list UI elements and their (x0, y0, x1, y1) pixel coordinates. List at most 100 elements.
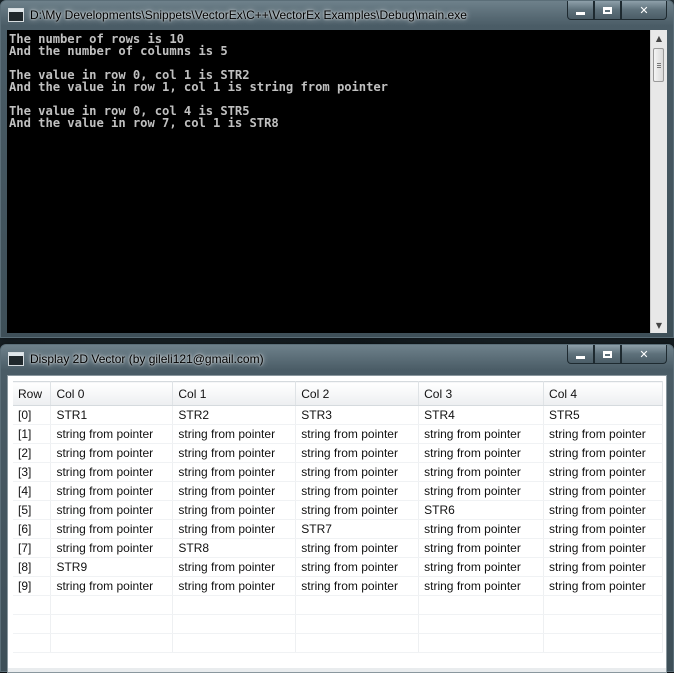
table-row[interactable]: [4] string from pointer string from pointe… (13, 481, 663, 501)
row-index-cell[interactable]: [7] (13, 538, 52, 558)
console-output-area[interactable]: The number of rows is 10 And the number o… (7, 30, 667, 333)
table-cell[interactable]: string from pointer (543, 500, 663, 520)
table-cell[interactable]: string from pointer (543, 519, 663, 539)
table-cell[interactable]: string from pointer (295, 538, 420, 558)
table-cell[interactable]: string from pointer (295, 462, 420, 482)
console-vertical-scrollbar[interactable]: ▲ ▼ (650, 30, 667, 333)
grid-minimize-button[interactable] (567, 345, 594, 364)
table-row[interactable]: [1] string from pointer string from pointe… (13, 424, 663, 444)
table-cell[interactable]: STR4 (418, 405, 545, 425)
row-index-cell[interactable]: [2] (13, 443, 52, 463)
table-cell[interactable]: string from pointer (172, 481, 297, 501)
table-cell[interactable]: string from pointer (418, 424, 545, 444)
table-cell[interactable]: STR6 (418, 500, 545, 520)
table-row[interactable]: [0] STR1 STR2 STR3 STR4 STR5 (13, 405, 663, 425)
row-index-cell[interactable]: [3] (13, 462, 52, 482)
table-cell[interactable]: STR3 (295, 405, 420, 425)
row-index-cell[interactable]: [4] (13, 481, 52, 501)
table-cell[interactable]: string from pointer (172, 443, 297, 463)
table-cell[interactable]: string from pointer (50, 538, 174, 558)
column-header[interactable]: Col 2 (295, 381, 420, 406)
row-index-cell[interactable]: [9] (13, 576, 52, 596)
empty-cell (295, 633, 420, 653)
table-cell[interactable]: STR2 (172, 405, 297, 425)
row-index-cell[interactable]: [1] (13, 424, 52, 444)
grid-app-icon[interactable] (8, 352, 24, 366)
grid-maximize-button[interactable] (594, 345, 621, 364)
table-cell[interactable]: string from pointer (50, 462, 174, 482)
table-cell[interactable]: string from pointer (418, 443, 545, 463)
table-cell[interactable]: string from pointer (543, 481, 663, 501)
table-row[interactable]: [7] string from pointer STR8 string from po… (13, 538, 663, 558)
column-header[interactable]: Col 4 (543, 381, 663, 406)
table-cell[interactable]: string from pointer (543, 462, 663, 482)
vector-grid-view[interactable]: Row Col 0 Col 1 Col 2 Col 3 Col 4 [0] STR1 STR2… (7, 375, 667, 673)
table-cell[interactable]: string from pointer (418, 462, 545, 482)
table-cell[interactable]: STR8 (172, 538, 297, 558)
table-cell[interactable]: string from pointer (295, 557, 420, 577)
table-cell[interactable]: string from pointer (418, 519, 545, 539)
table-cell[interactable]: string from pointer (418, 481, 545, 501)
table-cell[interactable]: string from pointer (295, 576, 420, 596)
console-window: D:\My Developments\Snippets\VectorEx\C++… (0, 0, 674, 338)
table-cell[interactable]: STR9 (50, 557, 174, 577)
console-close-button[interactable]: ✕ (621, 1, 667, 20)
row-index-cell[interactable]: [8] (13, 557, 52, 577)
table-row[interactable]: [9] string from pointer string from pointe… (13, 576, 663, 596)
table-cell[interactable]: string from pointer (172, 462, 297, 482)
column-header[interactable]: Col 1 (172, 381, 297, 406)
table-cell[interactable]: string from pointer (295, 443, 420, 463)
table-cell[interactable]: string from pointer (172, 576, 297, 596)
table-cell[interactable]: string from pointer (172, 500, 297, 520)
grid-close-button[interactable]: ✕ (621, 345, 667, 364)
grid-titlebar[interactable]: Display 2D Vector (by gileli121@gmail.co… (1, 345, 673, 373)
horizontal-scrollbar[interactable] (8, 668, 666, 672)
scrollbar-thumb[interactable] (653, 48, 664, 82)
table-cell[interactable]: string from pointer (418, 557, 545, 577)
table-cell[interactable]: STR1 (50, 405, 174, 425)
table-cell[interactable]: string from pointer (50, 500, 174, 520)
table-cell[interactable]: string from pointer (543, 557, 663, 577)
table-row[interactable]: [8] STR9 string from pointer string from po… (13, 557, 663, 577)
table-cell[interactable]: string from pointer (418, 576, 545, 596)
empty-cell (13, 614, 52, 634)
table-cell[interactable]: STR5 (543, 405, 663, 425)
table-cell[interactable]: string from pointer (418, 538, 545, 558)
empty-cell (418, 633, 545, 653)
empty-cell (172, 633, 297, 653)
table-cell[interactable]: string from pointer (50, 481, 174, 501)
table-cell[interactable]: string from pointer (295, 424, 420, 444)
table-row[interactable]: [6] string from pointer string from pointe… (13, 519, 663, 539)
table-cell[interactable]: string from pointer (543, 538, 663, 558)
column-header[interactable]: Col 0 (50, 381, 174, 406)
table-cell[interactable]: string from pointer (295, 481, 420, 501)
table-cell[interactable]: string from pointer (50, 519, 174, 539)
console-titlebar[interactable]: D:\My Developments\Snippets\VectorEx\C++… (1, 1, 673, 29)
console-minimize-button[interactable] (567, 1, 594, 20)
table-cell[interactable]: string from pointer (172, 557, 297, 577)
grid-window-title: Display 2D Vector (by gileli121@gmail.co… (30, 352, 264, 366)
table-cell[interactable]: STR7 (295, 519, 420, 539)
scroll-up-arrow-icon[interactable]: ▲ (651, 30, 667, 46)
table-cell[interactable]: string from pointer (543, 576, 663, 596)
table-cell[interactable]: string from pointer (50, 576, 174, 596)
table-cell[interactable]: string from pointer (543, 443, 663, 463)
table-row[interactable]: [5] string from pointer string from pointe… (13, 500, 663, 520)
row-index-cell[interactable]: [5] (13, 500, 52, 520)
column-header[interactable]: Row (13, 381, 52, 406)
row-index-cell[interactable]: [0] (13, 405, 52, 425)
maximize-icon (603, 350, 612, 358)
row-index-cell[interactable]: [6] (13, 519, 52, 539)
table-row[interactable]: [3] string from pointer string from pointe… (13, 462, 663, 482)
table-cell[interactable]: string from pointer (172, 519, 297, 539)
table-cell[interactable]: string from pointer (295, 500, 420, 520)
table-cell[interactable]: string from pointer (50, 443, 174, 463)
table-row[interactable]: [2] string from pointer string from pointe… (13, 443, 663, 463)
column-header[interactable]: Col 3 (418, 381, 545, 406)
console-app-icon[interactable] (8, 8, 24, 22)
table-cell[interactable]: string from pointer (50, 424, 174, 444)
console-maximize-button[interactable] (594, 1, 621, 20)
scroll-down-arrow-icon[interactable]: ▼ (651, 317, 667, 333)
table-cell[interactable]: string from pointer (543, 424, 663, 444)
table-cell[interactable]: string from pointer (172, 424, 297, 444)
